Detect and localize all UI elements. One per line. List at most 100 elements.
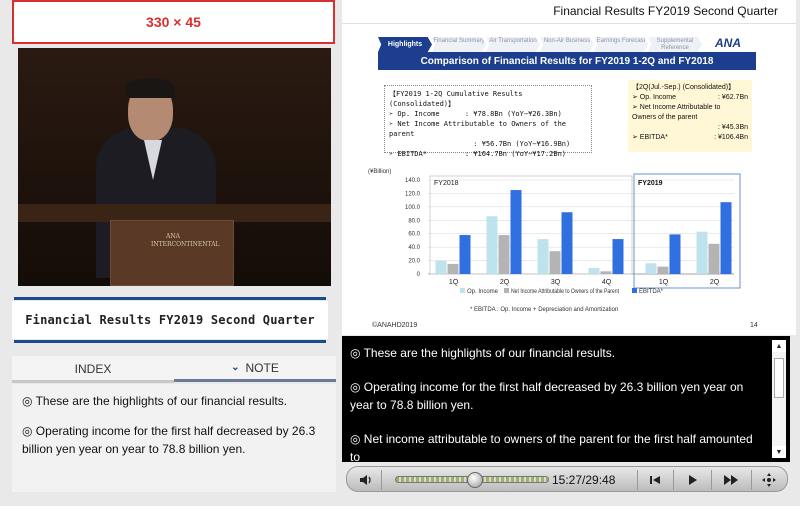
speaker-hair xyxy=(126,78,175,98)
lectern: ANA INTERCONTINENTAL xyxy=(110,220,234,286)
box2-heading: 【2Q(Jul.-Sep.) (Consolidated)】 xyxy=(632,84,736,91)
box2-ebitda-label: ➢ EBITDA* xyxy=(632,134,668,141)
group-label: FY2018 xyxy=(434,180,459,187)
x-tick-label: 3Q xyxy=(551,279,561,286)
x-tick-label: 2Q xyxy=(710,279,720,286)
y-tick-label: 60.0 xyxy=(408,232,420,238)
y-tick-label: 140.0 xyxy=(405,178,421,184)
ad-banner-text: 330 × 45 xyxy=(146,14,201,30)
y-tick-label: 20.0 xyxy=(408,259,420,265)
tab-bar: INDEX ⌄ NOTE xyxy=(12,356,336,382)
slide-tab-non-air-business: Non-Air Business xyxy=(540,37,594,52)
tab-index[interactable]: INDEX xyxy=(12,356,174,382)
y-tick-label: 100.0 xyxy=(405,205,421,211)
separator xyxy=(381,470,382,490)
slide-viewer: Financial Results FY2019 Second Quarter … xyxy=(342,0,796,335)
divider-top xyxy=(14,297,326,300)
chart-bar xyxy=(537,239,549,274)
scrollbar-thumb[interactable] xyxy=(774,358,784,398)
ana-logo: ANA xyxy=(715,36,741,50)
legend-label: Net Income Attributable to Owners of the… xyxy=(511,289,619,295)
separator xyxy=(673,470,674,490)
caption-scrollbar[interactable]: ▲ ▼ xyxy=(772,340,786,458)
caption-line: ◎ These are the highlights of our financ… xyxy=(350,346,616,360)
chart-footnote: * EBITDA : Op. Income + Depreciation and… xyxy=(470,307,619,313)
separator xyxy=(751,470,752,490)
x-tick-label: 1Q xyxy=(659,279,669,286)
ad-banner[interactable]: 330 × 45 xyxy=(12,0,335,44)
venue-logo: ANA INTERCONTINENTAL xyxy=(151,233,220,248)
note-line: ◎ Operating income for the first half de… xyxy=(22,424,316,456)
scroll-down-icon[interactable]: ▼ xyxy=(772,446,786,458)
legend-swatch xyxy=(460,288,465,293)
speaker-video[interactable]: ANA INTERCONTINENTAL xyxy=(18,48,331,286)
fast-forward-icon[interactable] xyxy=(717,471,745,489)
chart-bar xyxy=(435,260,447,274)
legend-label: EBITDA* xyxy=(639,289,664,295)
separator xyxy=(637,470,638,490)
chart-bar xyxy=(588,267,600,274)
chart-bar xyxy=(549,251,561,274)
box2-ni-value: : ¥45.3Bn xyxy=(718,124,748,131)
box1-line: ➢ Op. Income : ¥78.8Bn (YoY−¥26.3Bn) xyxy=(389,110,562,118)
play-icon[interactable] xyxy=(681,471,705,489)
slide-tab-supplemental-reference: Supplemental Reference xyxy=(648,37,702,52)
cumulative-results-box: 【FY2019 1-2Q Cumulative Results (Consoli… xyxy=(384,85,592,158)
caption-line: ◎ Operating income for the first half de… xyxy=(350,380,744,412)
tab-divider xyxy=(12,380,174,383)
box2-ebitda-value: : ¥106.4Bn xyxy=(714,134,748,141)
divider-bottom xyxy=(14,340,326,343)
quarter-results-box: 【2Q(Jul.-Sep.) (Consolidated)】 ➢ Op. Inc… xyxy=(628,80,752,152)
slide-tab-earnings-forecast: Earnings Forecast xyxy=(594,37,648,52)
chart-bar xyxy=(600,271,612,274)
y-tick-label: 0 xyxy=(417,272,421,278)
tab-note[interactable]: ⌄ NOTE xyxy=(174,356,336,382)
chart-bar xyxy=(657,266,669,274)
presentation-title: Financial Results FY2019 Second Quarter xyxy=(12,301,328,339)
skip-back-icon[interactable] xyxy=(643,471,667,489)
chart-bar xyxy=(720,202,732,274)
group-label: FY2019 xyxy=(638,180,663,187)
caption-line: ◎ Net income attributable to owners of t… xyxy=(350,432,753,462)
chart-bar xyxy=(510,190,522,274)
separator xyxy=(711,470,712,490)
volume-icon[interactable] xyxy=(355,471,377,489)
tab-note-label: NOTE xyxy=(245,360,279,375)
slide-header: Financial Results FY2019 Second Quarter xyxy=(342,0,796,24)
caption-panel[interactable]: ◎ These are the highlights of our financ… xyxy=(342,336,790,462)
media-player-bar: 15:27/29:48 xyxy=(346,466,788,492)
slide-tab-highlights: Highlights xyxy=(378,37,432,52)
y-tick-label: 40.0 xyxy=(408,245,420,251)
scroll-up-icon[interactable]: ▲ xyxy=(772,340,786,352)
box2-op-label: ➢ Op. Income xyxy=(632,94,676,101)
financial-bar-chart: (¥Billion) 0 20.0 40.0 60.0 80.0 100.0 120.0 140… xyxy=(368,169,741,295)
fullscreen-icon[interactable] xyxy=(759,471,779,489)
x-tick-label: 4Q xyxy=(602,279,612,286)
chart-bar xyxy=(669,234,681,274)
slide-header-title: Financial Results FY2019 Second Quarter xyxy=(553,4,778,18)
legend-label: Op. Income xyxy=(467,289,499,295)
box1-line: ➢ EBITDA* : ¥164.7Bn (YoY−¥17.2Bn) xyxy=(389,150,567,158)
chart-bar xyxy=(708,243,720,274)
x-tick-label: 1Q xyxy=(449,279,459,286)
y-tick-label: 80.0 xyxy=(408,218,420,224)
notes-panel[interactable]: ◎ These are the highlights of our financ… xyxy=(12,384,336,492)
chart-bar xyxy=(612,239,624,274)
chart-bar xyxy=(486,216,498,274)
x-tick-label: 2Q xyxy=(500,279,510,286)
slide-title: Comparison of Financial Results for FY20… xyxy=(378,54,756,70)
copyright-text: ©ANAHD2019 xyxy=(372,322,418,329)
slide-page-number: 14 xyxy=(750,322,758,329)
note-line: ◎ These are the highlights of our financ… xyxy=(22,394,288,408)
tab-index-label: INDEX xyxy=(74,362,112,376)
time-display: 15:27/29:48 xyxy=(552,473,616,487)
seek-handle[interactable] xyxy=(467,472,484,488)
chart-bar xyxy=(645,263,657,274)
chart-bar xyxy=(561,212,573,274)
box1-heading: 【FY2019 1-2Q Cumulative Results (Consoli… xyxy=(389,90,523,108)
chart-bar xyxy=(459,235,471,274)
box1-line: ➢ Net Income Attributable to Owners of t… xyxy=(389,120,567,138)
chart-bar xyxy=(498,235,510,274)
box2-op-value: : ¥62.7Bn xyxy=(718,94,748,101)
chart-bar xyxy=(447,263,459,274)
